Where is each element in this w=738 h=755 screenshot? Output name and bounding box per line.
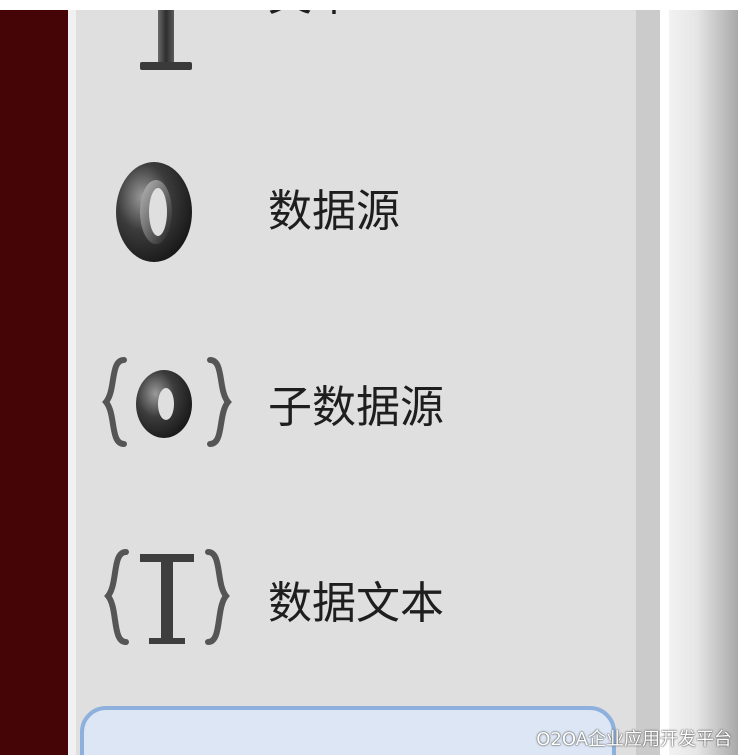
- palette-item-subdatasource[interactable]: 子数据源: [76, 342, 616, 482]
- palette-item-datatext[interactable]: 数据文本: [76, 538, 616, 678]
- palette-item-text[interactable]: 文本: [76, 10, 616, 90]
- left-gap: [68, 10, 76, 755]
- palette-item-label: 子数据源: [268, 382, 444, 433]
- palette-item-label: 文本: [268, 10, 356, 22]
- ring-datasource-icon: [102, 148, 232, 268]
- panel-divider: [660, 10, 669, 755]
- palette-item-label: 数据文本: [268, 578, 444, 629]
- braced-t-icon: [102, 538, 232, 658]
- screenshot-frame: 文本: [0, 0, 738, 755]
- palette-item-label: 数据源: [268, 186, 400, 237]
- left-sidebar-strip: [0, 10, 68, 755]
- braced-ring-icon: [102, 342, 232, 462]
- right-panel-edge: [669, 10, 738, 755]
- palette-item-datasource[interactable]: 数据源: [76, 148, 616, 288]
- palette-scrollbar[interactable]: [636, 10, 660, 755]
- text-t-icon: [102, 10, 232, 70]
- watermark-text: O2OA企业应用开发平台: [536, 729, 732, 750]
- component-palette: 文本: [76, 10, 636, 755]
